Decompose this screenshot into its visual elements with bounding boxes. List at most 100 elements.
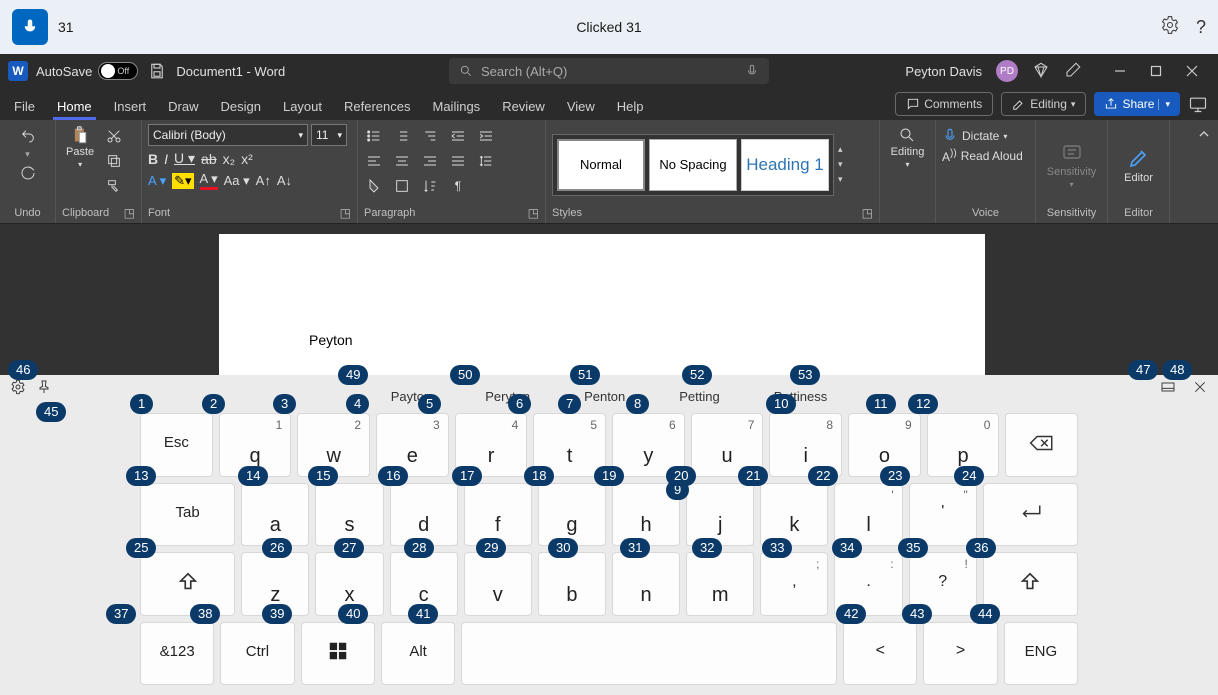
key-symbols[interactable]: &123: [140, 622, 214, 686]
key-lang[interactable]: ENG: [1004, 622, 1078, 686]
key-space[interactable]: [461, 622, 837, 686]
font-launcher-icon[interactable]: ◳: [340, 206, 351, 220]
search-input[interactable]: Search (Alt+Q): [449, 58, 769, 84]
key-apostrophe[interactable]: "': [909, 483, 977, 547]
editing-find-button[interactable]: Editing ▾: [887, 124, 929, 171]
style-heading-1[interactable]: Heading 1: [741, 139, 829, 191]
tab-review[interactable]: Review: [498, 99, 549, 120]
grow-font-button[interactable]: A↑: [256, 173, 271, 188]
key-m[interactable]: m: [686, 552, 754, 616]
share-button[interactable]: Share ▾: [1094, 92, 1180, 116]
diamond-icon[interactable]: [1032, 61, 1050, 82]
teams-present-icon[interactable]: [1188, 94, 1208, 114]
superscript-button[interactable]: x²: [241, 151, 253, 167]
dictate-button[interactable]: Dictate▾: [942, 128, 1007, 144]
search-mic-icon[interactable]: [745, 64, 759, 78]
styles-up-icon[interactable]: ▴: [838, 144, 843, 155]
comments-button[interactable]: Comments: [895, 92, 993, 116]
key-v[interactable]: v: [464, 552, 532, 616]
tab-help[interactable]: Help: [613, 99, 648, 120]
key-ctrl[interactable]: Ctrl: [220, 622, 294, 686]
styles-gallery[interactable]: Normal No Spacing Heading 1: [552, 134, 834, 196]
shrink-font-button[interactable]: A↓: [277, 173, 292, 188]
autosave-toggle[interactable]: Off: [98, 62, 138, 80]
tab-view[interactable]: View: [563, 99, 599, 120]
save-icon[interactable]: [148, 62, 166, 80]
key-backspace[interactable]: [1005, 413, 1078, 477]
paste-button[interactable]: Paste ▾: [62, 124, 98, 171]
editor-button[interactable]: Editor: [1124, 146, 1153, 184]
osk-close-icon[interactable]: [1192, 379, 1208, 400]
font-name-select[interactable]: Calibri (Body)▾: [148, 124, 308, 146]
shading-button[interactable]: [364, 176, 384, 196]
styles-launcher-icon[interactable]: ◳: [862, 206, 873, 220]
format-painter-icon[interactable]: [104, 176, 124, 196]
styles-more-icon[interactable]: ▾: [838, 174, 843, 185]
osk-dock-icon[interactable]: [1160, 379, 1176, 400]
suggestion-item[interactable]: Penton: [584, 389, 625, 404]
key-right[interactable]: >: [923, 622, 997, 686]
undo-icon[interactable]: [18, 126, 38, 146]
justify-button[interactable]: [448, 151, 468, 171]
maximize-button[interactable]: [1138, 57, 1174, 85]
tab-insert[interactable]: Insert: [110, 99, 151, 120]
read-aloud-button[interactable]: A)) Read Aloud: [942, 148, 1023, 164]
mic-button[interactable]: [12, 9, 48, 45]
suggestion-item[interactable]: Petting: [679, 389, 719, 404]
tab-draw[interactable]: Draw: [164, 99, 202, 120]
align-left-button[interactable]: [364, 151, 384, 171]
key-d[interactable]: d: [390, 483, 458, 547]
gear-icon[interactable]: [1160, 15, 1180, 40]
tab-design[interactable]: Design: [217, 99, 265, 120]
font-color-button[interactable]: A ▾: [200, 171, 218, 190]
copy-icon[interactable]: [104, 151, 124, 171]
eraser-icon[interactable]: [1064, 61, 1082, 82]
clipboard-launcher-icon[interactable]: ◳: [124, 206, 135, 220]
repeat-icon[interactable]: [18, 163, 38, 183]
key-f[interactable]: f: [464, 483, 532, 547]
multilevel-button[interactable]: [420, 126, 440, 146]
borders-button[interactable]: [392, 176, 412, 196]
help-icon[interactable]: ?: [1196, 17, 1206, 38]
numbering-button[interactable]: [392, 126, 412, 146]
key-j[interactable]: j: [686, 483, 754, 547]
ribbon-collapse-icon[interactable]: [1190, 120, 1218, 223]
key-comma[interactable]: ;,: [760, 552, 828, 616]
italic-button[interactable]: I: [164, 151, 168, 167]
increase-indent-button[interactable]: [476, 126, 496, 146]
align-right-button[interactable]: [420, 151, 440, 171]
underline-button[interactable]: U ▾: [174, 150, 195, 167]
bullets-button[interactable]: [364, 126, 384, 146]
cut-icon[interactable]: [104, 126, 124, 146]
line-spacing-button[interactable]: [476, 151, 496, 171]
font-size-select[interactable]: 11▾: [311, 124, 347, 146]
key-k[interactable]: k: [760, 483, 828, 547]
highlight-button[interactable]: ✎▾: [172, 173, 193, 189]
style-normal[interactable]: Normal: [557, 139, 645, 191]
key-alt[interactable]: Alt: [381, 622, 455, 686]
styles-down-icon[interactable]: ▾: [838, 159, 843, 170]
close-button[interactable]: [1174, 57, 1210, 85]
key-n[interactable]: n: [612, 552, 680, 616]
tab-file[interactable]: File: [10, 99, 39, 120]
key-shift-left[interactable]: [140, 552, 235, 616]
text-effects-button[interactable]: A ▾: [148, 173, 166, 189]
tab-references[interactable]: References: [340, 99, 414, 120]
osk-pin-icon[interactable]: [36, 379, 52, 400]
subscript-button[interactable]: x₂: [223, 151, 235, 167]
key-s[interactable]: s: [315, 483, 383, 547]
strike-button[interactable]: ab: [201, 151, 217, 167]
osk-settings-icon[interactable]: [10, 379, 26, 400]
change-case-button[interactable]: Aa ▾: [224, 173, 250, 189]
key-g[interactable]: g: [538, 483, 606, 547]
minimize-button[interactable]: [1102, 57, 1138, 85]
editing-mode-button[interactable]: Editing ▾: [1001, 92, 1086, 116]
key-b[interactable]: b: [538, 552, 606, 616]
show-marks-button[interactable]: ¶: [448, 176, 468, 196]
style-no-spacing[interactable]: No Spacing: [649, 139, 737, 191]
tab-layout[interactable]: Layout: [279, 99, 326, 120]
align-center-button[interactable]: [392, 151, 412, 171]
bold-button[interactable]: B: [148, 151, 158, 167]
key-l[interactable]: 'l: [834, 483, 902, 547]
key-windows[interactable]: [301, 622, 375, 686]
